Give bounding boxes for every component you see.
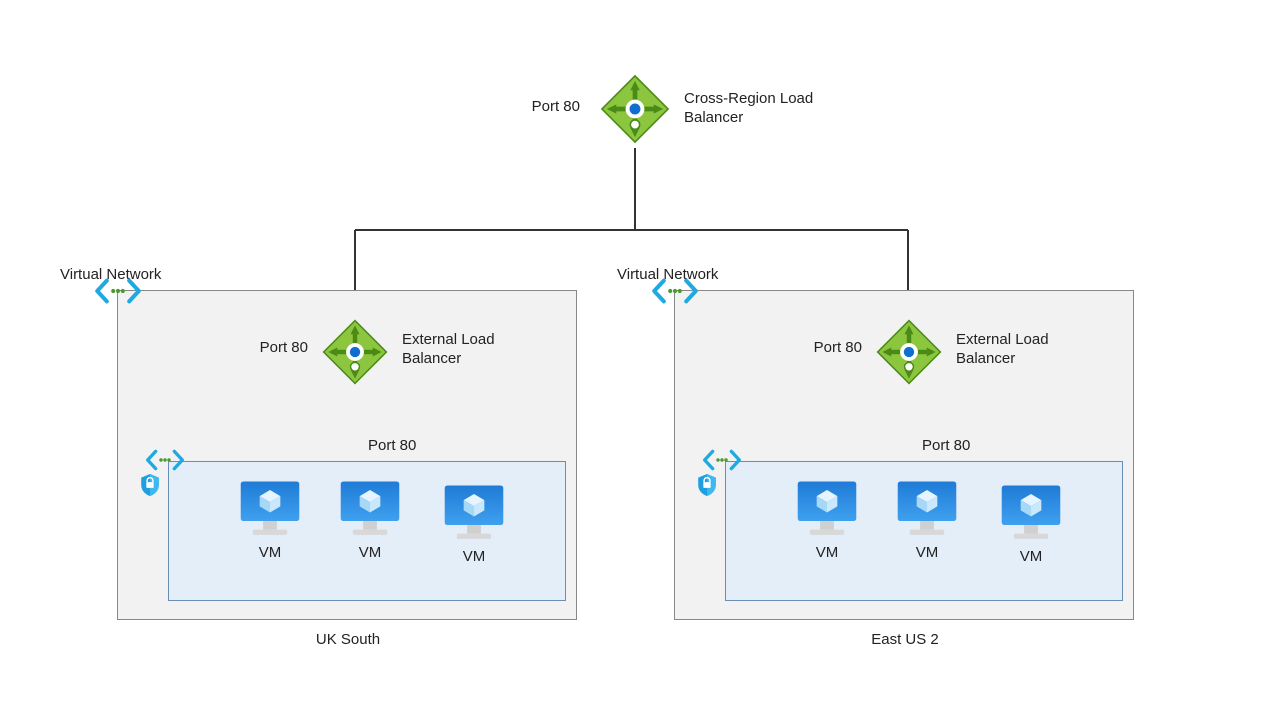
vnet-icon bbox=[651, 277, 699, 305]
region-box-right: Port 80 External Load Balancer Port 80 V… bbox=[674, 290, 1134, 620]
vm-label: VM bbox=[229, 544, 311, 561]
external-lb-title: External Load Balancer bbox=[402, 331, 532, 369]
load-balancer-icon bbox=[872, 315, 950, 393]
vm-icon: VM bbox=[786, 478, 868, 561]
vm-icon: VM bbox=[886, 478, 968, 561]
load-balancer-icon bbox=[596, 70, 674, 148]
port-label: Port 80 bbox=[922, 437, 970, 456]
port-label: Port 80 bbox=[218, 339, 308, 358]
load-balancer-icon bbox=[318, 315, 396, 393]
vm-label: VM bbox=[990, 548, 1072, 565]
region-box-left: Port 80 External Load Balancer Port 80 V… bbox=[117, 290, 577, 620]
subnet-icon bbox=[145, 448, 203, 476]
vm-icon: VM bbox=[990, 482, 1072, 565]
subnet-icon bbox=[702, 448, 760, 476]
region-caption: East US 2 bbox=[675, 631, 1135, 648]
port-label: Port 80 bbox=[368, 437, 416, 456]
port-label: Port 80 bbox=[460, 98, 580, 117]
subnet-box: VM VM VM bbox=[725, 461, 1123, 601]
cross-region-lb-title: Cross-Region Load Balancer bbox=[684, 90, 854, 128]
vm-label: VM bbox=[786, 544, 868, 561]
vnet-icon bbox=[94, 277, 142, 305]
vm-label: VM bbox=[886, 544, 968, 561]
vm-label: VM bbox=[329, 544, 411, 561]
region-caption: UK South bbox=[118, 631, 578, 648]
external-lb-title: External Load Balancer bbox=[956, 331, 1086, 369]
vm-icon: VM bbox=[229, 478, 311, 561]
subnet-box: VM VM VM bbox=[168, 461, 566, 601]
vm-label: VM bbox=[433, 548, 515, 565]
port-label: Port 80 bbox=[772, 339, 862, 358]
vm-icon: VM bbox=[433, 482, 515, 565]
vm-icon: VM bbox=[329, 478, 411, 561]
